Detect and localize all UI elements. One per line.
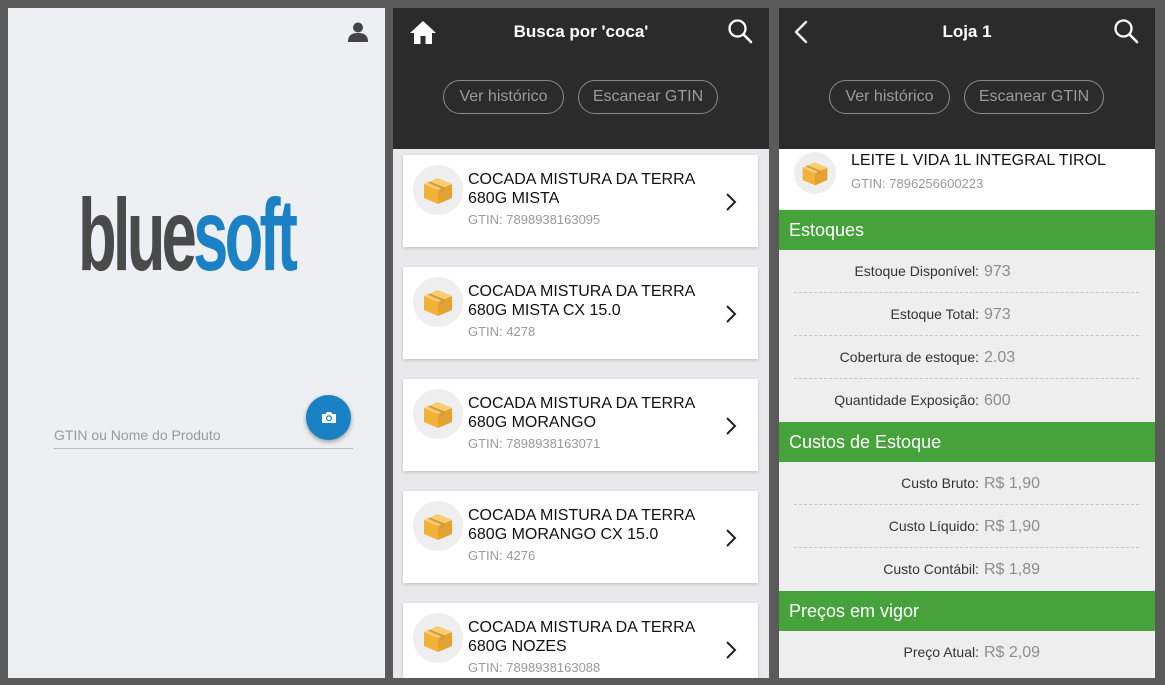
field-label: Custo Líquido: — [888, 518, 979, 534]
field-value: 973 — [984, 263, 1011, 280]
package-icon — [413, 165, 463, 215]
product-name: COCADA MISTURA DA TERRA 680G MORANGO — [468, 395, 695, 431]
page-title: Busca por 'coca' — [513, 22, 649, 41]
product-gtin: GTIN: 4278 — [468, 324, 536, 339]
search-header: Busca por 'coca' Ver histórico Escanear … — [393, 8, 769, 149]
product-gtin: GTIN: 7898938163088 — [468, 660, 601, 675]
stock-row: Cobertura de estoque: 2.03 — [794, 336, 1139, 379]
product-name: COCADA MISTURA DA TERRA 680G MISTA CX 15… — [468, 283, 695, 319]
field-label: Estoque Disponível: — [854, 263, 979, 279]
price-row: Preço Atual: R$ 2,09 — [794, 631, 1139, 674]
package-icon — [413, 501, 463, 551]
package-icon — [794, 152, 836, 194]
search-icon[interactable] — [727, 18, 753, 44]
list-item[interactable]: COCADA MISTURA DA TERRA 680G MORANGO GTI… — [403, 379, 758, 471]
cost-row: Custo Contábil: R$ 1,89 — [794, 548, 1139, 591]
user-icon[interactable] — [347, 21, 369, 43]
field-label: Custo Contábil: — [883, 561, 979, 577]
camera-button[interactable] — [306, 395, 351, 440]
list-item[interactable]: COCADA MISTURA DA TERRA 680G MISTA CX 15… — [403, 267, 758, 359]
store-header: Loja 1 Ver histórico Escanear GTIN — [779, 8, 1155, 149]
product-summary: LEITE L VIDA 1L INTEGRAL TIROL GTIN: 789… — [779, 149, 1155, 209]
package-icon — [413, 613, 463, 663]
product-detail-screen: Loja 1 Ver histórico Escanear GTIN LEITE… — [779, 8, 1155, 678]
package-icon — [413, 389, 463, 439]
stock-row: Estoque Disponível: 973 — [794, 250, 1139, 293]
field-label: Preço Atual: — [903, 644, 980, 660]
product-gtin: GTIN: 7898938163095 — [468, 212, 601, 227]
chevron-right-icon — [726, 641, 737, 659]
scan-gtin-button[interactable]: Escanear GTIN — [578, 80, 718, 114]
field-value: R$ 1,89 — [984, 561, 1041, 578]
section-header-prices: Preços em vigor — [779, 591, 1155, 631]
bluesoft-logo: bluesoft — [78, 184, 298, 286]
view-history-button[interactable]: Ver histórico — [443, 80, 564, 114]
chevron-right-icon — [726, 417, 737, 435]
field-label: Cobertura de estoque: — [839, 349, 979, 365]
field-value: 973 — [984, 306, 1011, 323]
chevron-right-icon — [726, 529, 737, 547]
page-title: Loja 1 — [942, 22, 992, 41]
logo-text-soft: soft — [193, 178, 298, 292]
field-value: R$ 2,09 — [984, 644, 1041, 661]
field-value: R$ 1,90 — [984, 475, 1041, 492]
view-history-button[interactable]: Ver histórico — [829, 80, 950, 114]
section-header-stock: Estoques — [779, 210, 1155, 250]
logo-text-blue: blue — [78, 178, 197, 292]
product-gtin: GTIN: 4276 — [468, 548, 536, 563]
stock-row: Quantidade Exposição: 600 — [794, 379, 1139, 422]
product-name: COCADA MISTURA DA TERRA 680G MORANGO CX … — [468, 507, 695, 543]
chevron-right-icon — [726, 193, 737, 211]
field-label: Custo Bruto: — [901, 475, 979, 491]
home-screen: bluesoft — [8, 8, 385, 678]
cost-row: Custo Bruto: R$ 1,90 — [794, 462, 1139, 505]
stock-row: Estoque Total: 973 — [794, 293, 1139, 336]
field-label: Quantidade Exposição: — [834, 392, 979, 408]
field-label: Estoque Total: — [890, 306, 979, 322]
field-value: R$ 1,90 — [984, 518, 1041, 535]
field-value: 2.03 — [984, 349, 1016, 366]
package-icon — [413, 277, 463, 327]
cost-row: Custo Líquido: R$ 1,90 — [794, 505, 1139, 548]
camera-icon — [321, 412, 336, 423]
list-item[interactable]: COCADA MISTURA DA TERRA 680G MORANGO CX … — [403, 491, 758, 583]
search-results-screen: Busca por 'coca' Ver histórico Escanear … — [393, 8, 769, 678]
section-header-costs: Custos de Estoque — [779, 422, 1155, 462]
list-item[interactable]: COCADA MISTURA DA TERRA 680G MISTA GTIN:… — [403, 155, 758, 247]
search-icon[interactable] — [1113, 18, 1139, 44]
chevron-right-icon — [726, 305, 737, 323]
scan-gtin-button[interactable]: Escanear GTIN — [964, 80, 1104, 114]
list-item[interactable]: COCADA MISTURA DA TERRA 680G NOZES GTIN:… — [403, 603, 758, 678]
product-name: LEITE L VIDA 1L INTEGRAL TIROL — [851, 152, 1106, 169]
product-name: COCADA MISTURA DA TERRA 680G NOZES — [468, 619, 695, 655]
field-value: 600 — [984, 392, 1011, 409]
product-name: COCADA MISTURA DA TERRA 680G MISTA — [468, 171, 695, 207]
product-gtin: GTIN: 7898938163071 — [468, 436, 601, 451]
product-gtin: GTIN: 7896256600223 — [851, 176, 984, 191]
